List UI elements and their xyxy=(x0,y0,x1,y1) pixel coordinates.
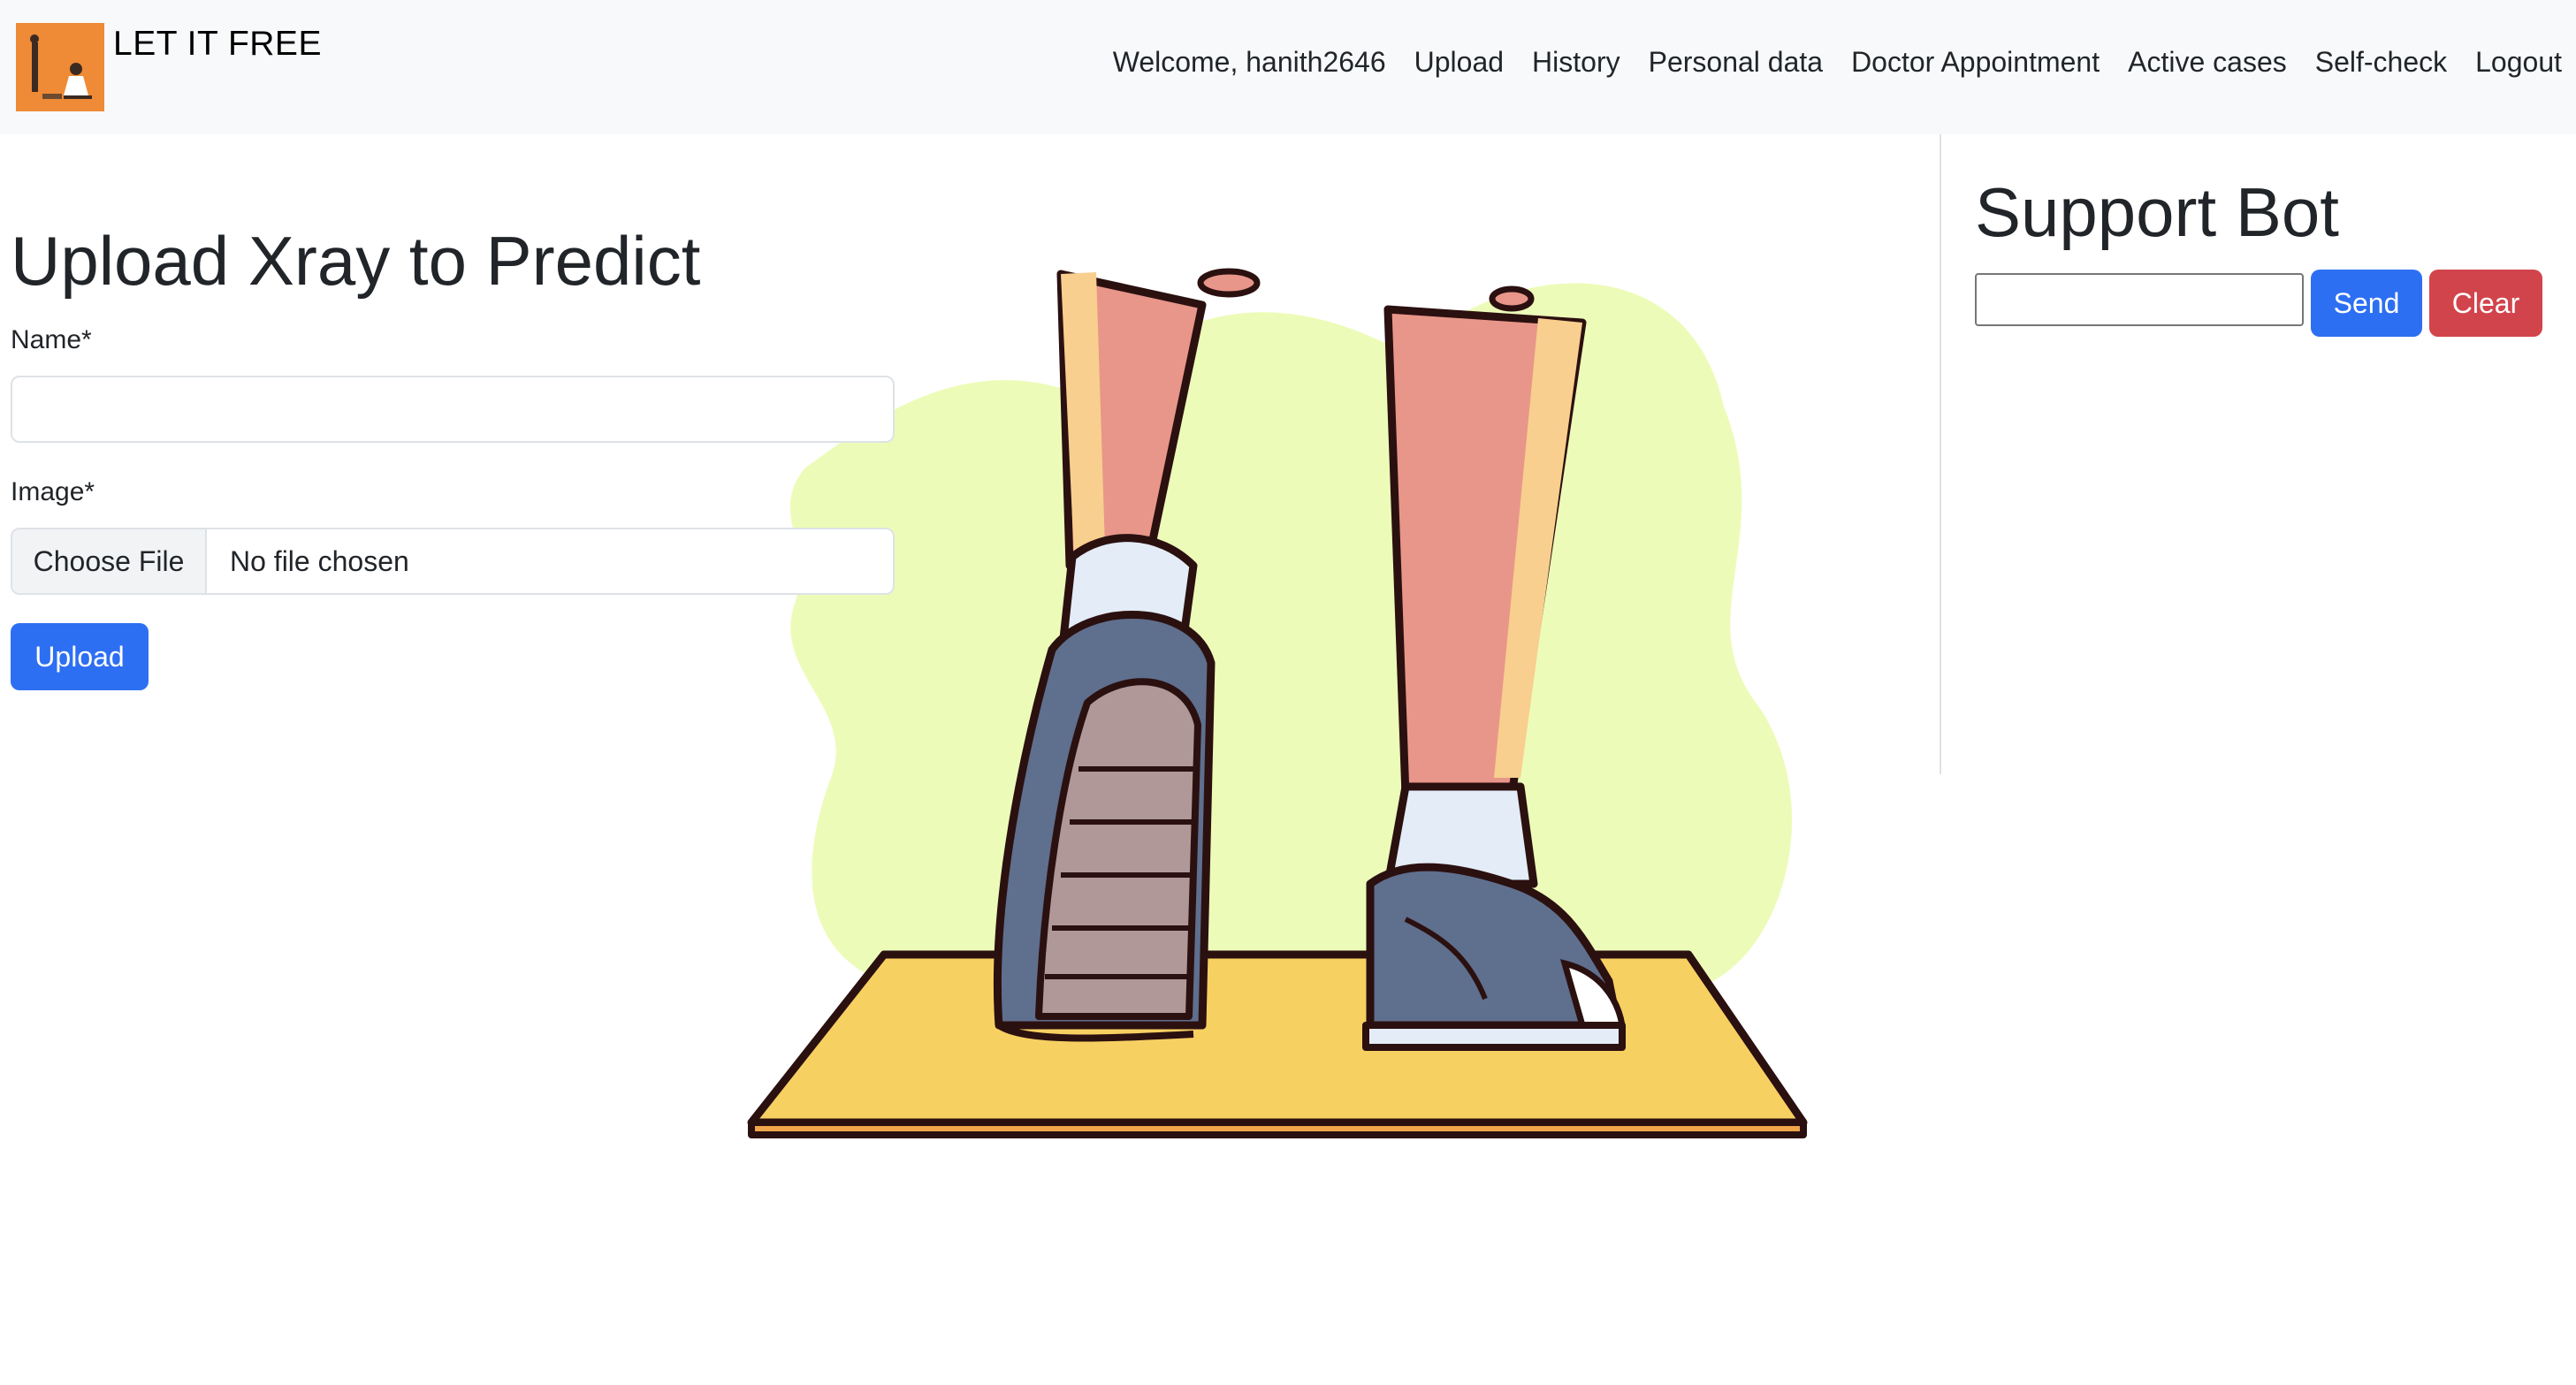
brand-name[interactable]: LET IT FREE xyxy=(113,25,322,64)
file-status: No file chosen xyxy=(230,544,409,577)
navbar: LET IT FREE Welcome, hanith2646 Upload H… xyxy=(0,0,2576,134)
person-kneeling-logo-icon[interactable] xyxy=(16,23,104,111)
nav-links: Welcome, hanith2646 Upload History Perso… xyxy=(1099,46,2576,79)
name-label: Name* xyxy=(11,325,92,354)
support-bot-input[interactable] xyxy=(1975,273,2304,326)
page-title: Upload Xray to Predict xyxy=(11,222,701,300)
clear-button[interactable]: Clear xyxy=(2429,270,2542,337)
image-label: Image* xyxy=(11,477,95,506)
send-button[interactable]: Send xyxy=(2311,270,2422,337)
image-file-input[interactable]: Choose File No file chosen xyxy=(11,528,895,595)
support-bot-title: Support Bot xyxy=(1975,173,2339,251)
nav-active-cases[interactable]: Active cases xyxy=(2114,46,2301,79)
nav-upload[interactable]: Upload xyxy=(1400,46,1518,79)
name-input[interactable] xyxy=(11,376,895,443)
nav-history[interactable]: History xyxy=(1518,46,1635,79)
vertical-divider xyxy=(1940,134,1941,774)
nav-doctor-appointment[interactable]: Doctor Appointment xyxy=(1837,46,2114,79)
welcome-text: Welcome, hanith2646 xyxy=(1112,46,1386,78)
upload-button[interactable]: Upload xyxy=(11,623,149,690)
feet-walking-illustration xyxy=(734,247,1856,1167)
nav-self-check[interactable]: Self-check xyxy=(2301,46,2461,79)
choose-file-button[interactable]: Choose File xyxy=(12,529,207,593)
nav-logout[interactable]: Logout xyxy=(2461,46,2576,79)
nav-personal-data[interactable]: Personal data xyxy=(1635,46,1837,79)
